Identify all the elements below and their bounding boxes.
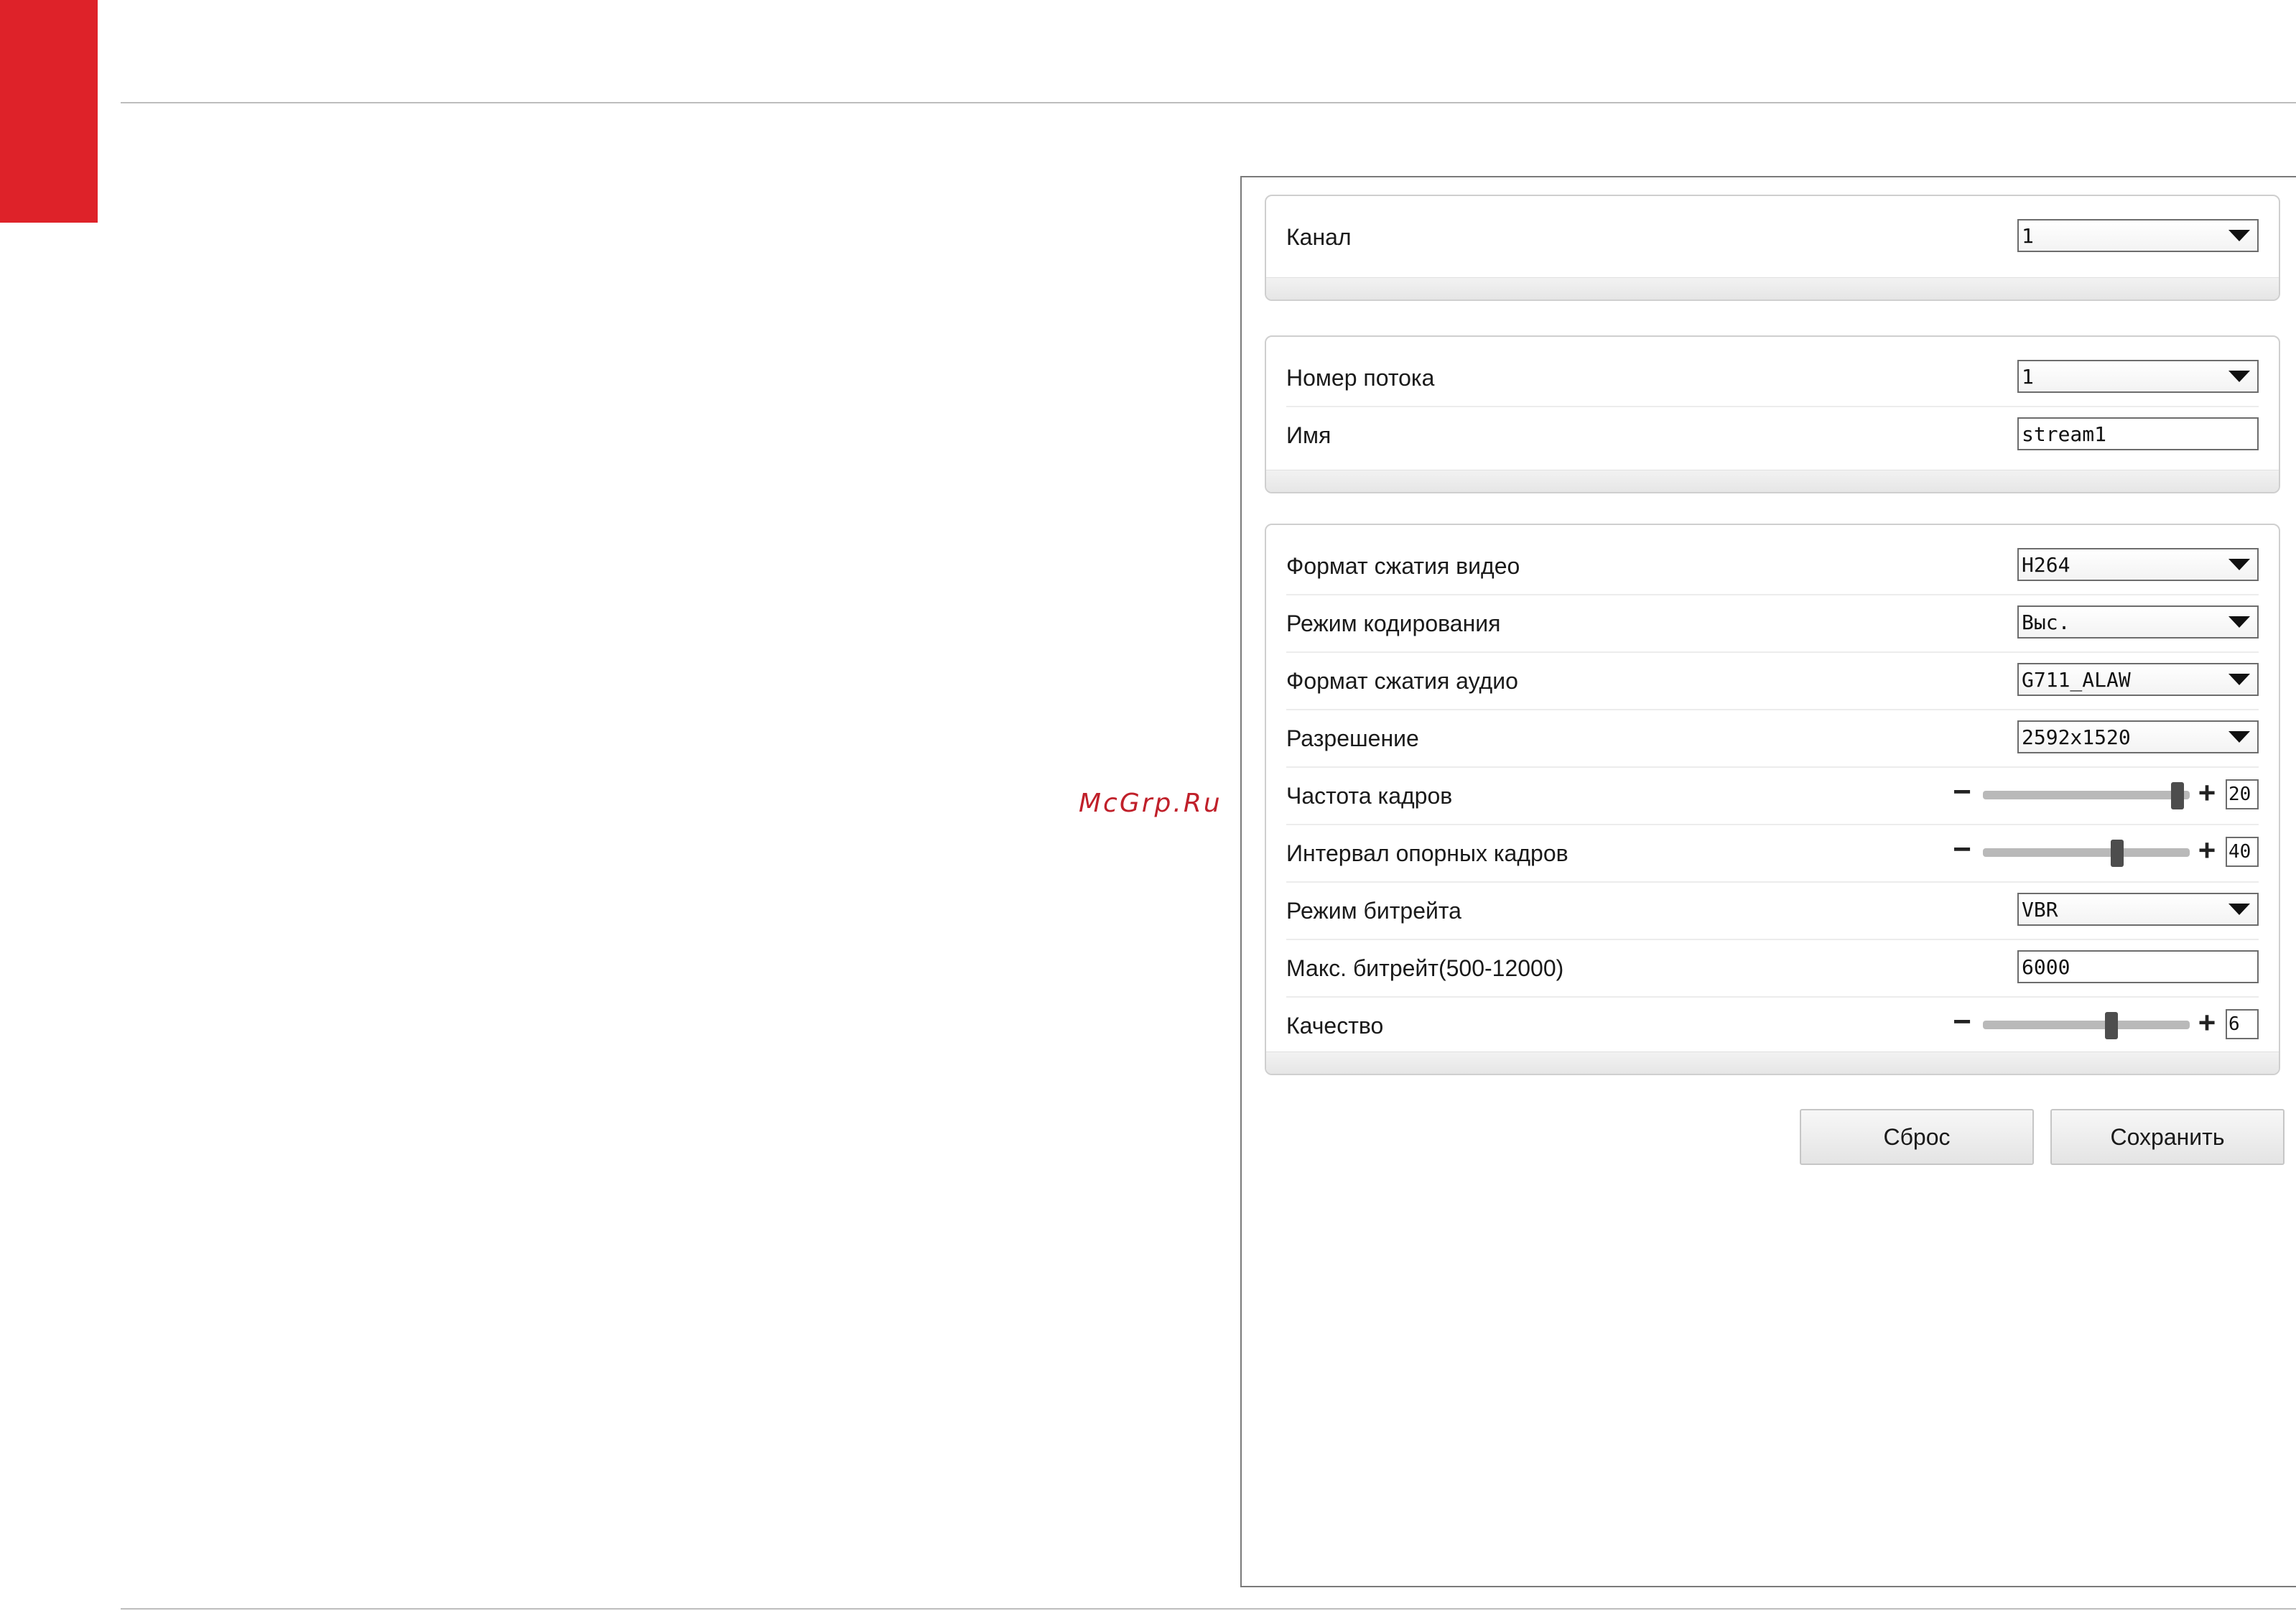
stream-panel: Номер потока 1 Имя stream1 (1265, 335, 2280, 493)
max-bitrate-input[interactable]: 6000 (2017, 950, 2259, 983)
keyframe-interval-track[interactable] (1983, 840, 2190, 867)
panel-footer (1266, 1051, 2279, 1074)
chevron-down-icon (2228, 731, 2250, 743)
stream-number-row: Номер потока 1 (1286, 350, 2259, 407)
resolution-row: Разрешение 2592x1520 (1286, 710, 2259, 768)
quality-decrease-button[interactable]: − (1950, 1006, 1974, 1042)
quality-label: Качество (1286, 1012, 1384, 1039)
resolution-label: Разрешение (1286, 725, 1419, 751)
quality-increase-button[interactable]: + (2193, 1006, 2221, 1042)
encoding-mode-label: Режим кодирования (1286, 610, 1501, 636)
frame-rate-track[interactable] (1983, 782, 2190, 809)
frame-rate-value[interactable]: 20 (2226, 779, 2259, 809)
chevron-down-icon (2228, 230, 2250, 241)
resolution-select[interactable]: 2592x1520 (2017, 720, 2259, 753)
keyframe-interval-thumb[interactable] (2111, 840, 2124, 867)
stream-number-label: Номер потока (1286, 364, 1435, 391)
max-bitrate-row: Макс. битрейт(500-12000) 6000 (1286, 940, 2259, 998)
channel-label: Канал (1286, 223, 1352, 250)
keyframe-interval-increase-button[interactable]: + (2193, 834, 2221, 870)
keyframe-interval-label: Интервал опорных кадров (1286, 840, 1568, 866)
max-bitrate-label: Макс. битрейт(500-12000) (1286, 955, 1564, 981)
audio-compression-select[interactable]: G711_ALAW (2017, 663, 2259, 696)
quality-row: Качество − + 6 (1286, 998, 2259, 1054)
watermark: McGrp.Ru (1079, 789, 1222, 818)
chevron-down-icon (2228, 674, 2250, 685)
panel-footer (1266, 277, 2279, 300)
stream-name-label: Имя (1286, 422, 1331, 448)
bitrate-mode-value: VBR (2022, 897, 2058, 921)
channel-row: Канал 1 (1286, 209, 2259, 265)
stream-number-value: 1 (2022, 364, 2034, 389)
resolution-value: 2592x1520 (2022, 725, 2131, 749)
video-compression-label: Формат сжатия видео (1286, 552, 1520, 579)
keyframe-interval-row: Интервал опорных кадров − + 40 (1286, 825, 2259, 883)
frame-rate-increase-button[interactable]: + (2193, 776, 2221, 812)
quality-track[interactable] (1983, 1012, 2190, 1039)
frame-rate-thumb[interactable] (2170, 782, 2184, 809)
save-button[interactable]: Сохранить (2050, 1109, 2285, 1165)
stream-number-select[interactable]: 1 (2017, 360, 2259, 393)
channel-select[interactable]: 1 (2017, 219, 2259, 252)
settings-screen: Канал 1 Номер потока 1 Имя stream1 Форма… (1240, 176, 2296, 1587)
quality-value[interactable]: 6 (2226, 1009, 2259, 1039)
panel-footer (1266, 470, 2279, 492)
chevron-down-icon (2228, 904, 2250, 915)
audio-compression-row: Формат сжатия аудио G711_ALAW (1286, 653, 2259, 710)
bitrate-mode-row: Режим битрейта VBR (1286, 883, 2259, 940)
audio-compression-label: Формат сжатия аудио (1286, 667, 1518, 694)
encoding-mode-row: Режим кодирования Выс. (1286, 595, 2259, 653)
chevron-down-icon (2228, 371, 2250, 382)
quality-thumb[interactable] (2104, 1012, 2118, 1039)
encoding-mode-value: Выс. (2022, 610, 2070, 634)
encoding-panel: Формат сжатия видео H264 Режим кодирован… (1265, 524, 2280, 1075)
audio-compression-value: G711_ALAW (2022, 667, 2131, 692)
channel-select-value: 1 (2022, 223, 2034, 248)
stream-name-input[interactable]: stream1 (2017, 417, 2259, 450)
reset-button[interactable]: Сброс (1800, 1109, 2034, 1165)
video-compression-row: Формат сжатия видео H264 (1286, 538, 2259, 595)
frame-rate-slider: − + 20 (1950, 776, 2259, 812)
bitrate-mode-label: Режим битрейта (1286, 897, 1461, 924)
frame-rate-decrease-button[interactable]: − (1950, 776, 1974, 812)
quality-slider: − + 6 (1950, 1006, 2259, 1042)
channel-panel: Канал 1 (1265, 195, 2280, 301)
section-marker (0, 0, 98, 223)
keyframe-interval-decrease-button[interactable]: − (1950, 834, 1974, 870)
footer-divider (121, 1608, 2296, 1610)
stream-name-value[interactable]: stream1 (2017, 417, 2259, 450)
stream-name-row: Имя stream1 (1286, 407, 2259, 463)
chevron-down-icon (2228, 559, 2250, 570)
max-bitrate-value[interactable]: 6000 (2017, 950, 2259, 983)
bitrate-mode-select[interactable]: VBR (2017, 893, 2259, 926)
keyframe-interval-value[interactable]: 40 (2226, 837, 2259, 867)
video-compression-select[interactable]: H264 (2017, 548, 2259, 581)
frame-rate-label: Частота кадров (1286, 782, 1453, 809)
video-compression-value: H264 (2022, 552, 2070, 577)
header-divider (121, 102, 2296, 103)
encoding-mode-select[interactable]: Выс. (2017, 605, 2259, 639)
chevron-down-icon (2228, 616, 2250, 628)
keyframe-interval-slider: − + 40 (1950, 834, 2259, 870)
frame-rate-row: Частота кадров − + 20 (1286, 768, 2259, 825)
